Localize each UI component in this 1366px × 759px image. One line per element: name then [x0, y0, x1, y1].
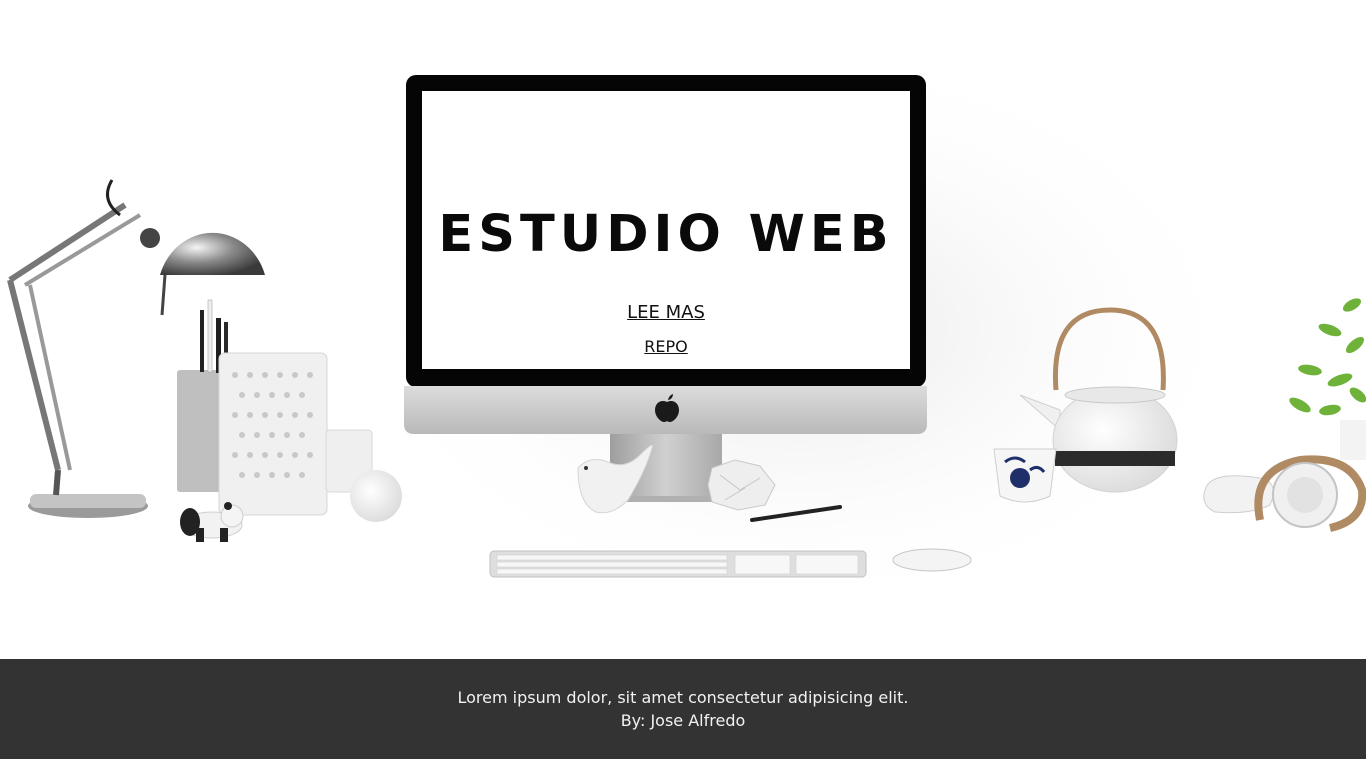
teacup-icon	[993, 448, 1057, 503]
headphones-icon	[1203, 455, 1366, 532]
page-title: ESTUDIO WEB	[438, 205, 894, 264]
repo-link[interactable]: REPO	[422, 337, 910, 357]
panda-figurine-icon	[180, 502, 244, 542]
keyboard-icon	[489, 550, 867, 578]
read-more-link[interactable]: LEE MAS	[422, 302, 910, 324]
footer: Lorem ipsum dolor, sit amet consectetur …	[0, 659, 1366, 759]
mouse-icon	[892, 548, 972, 572]
plant-icon	[1289, 298, 1366, 460]
footer-author: By: Jose Alfredo	[620, 711, 746, 730]
footer-description: Lorem ipsum dolor, sit amet consectetur …	[457, 688, 909, 707]
monitor-screen: ESTUDIO WEB LEE MAS REPO	[422, 91, 910, 369]
hero-section: ESTUDIO WEB LEE MAS REPO	[0, 0, 1366, 659]
